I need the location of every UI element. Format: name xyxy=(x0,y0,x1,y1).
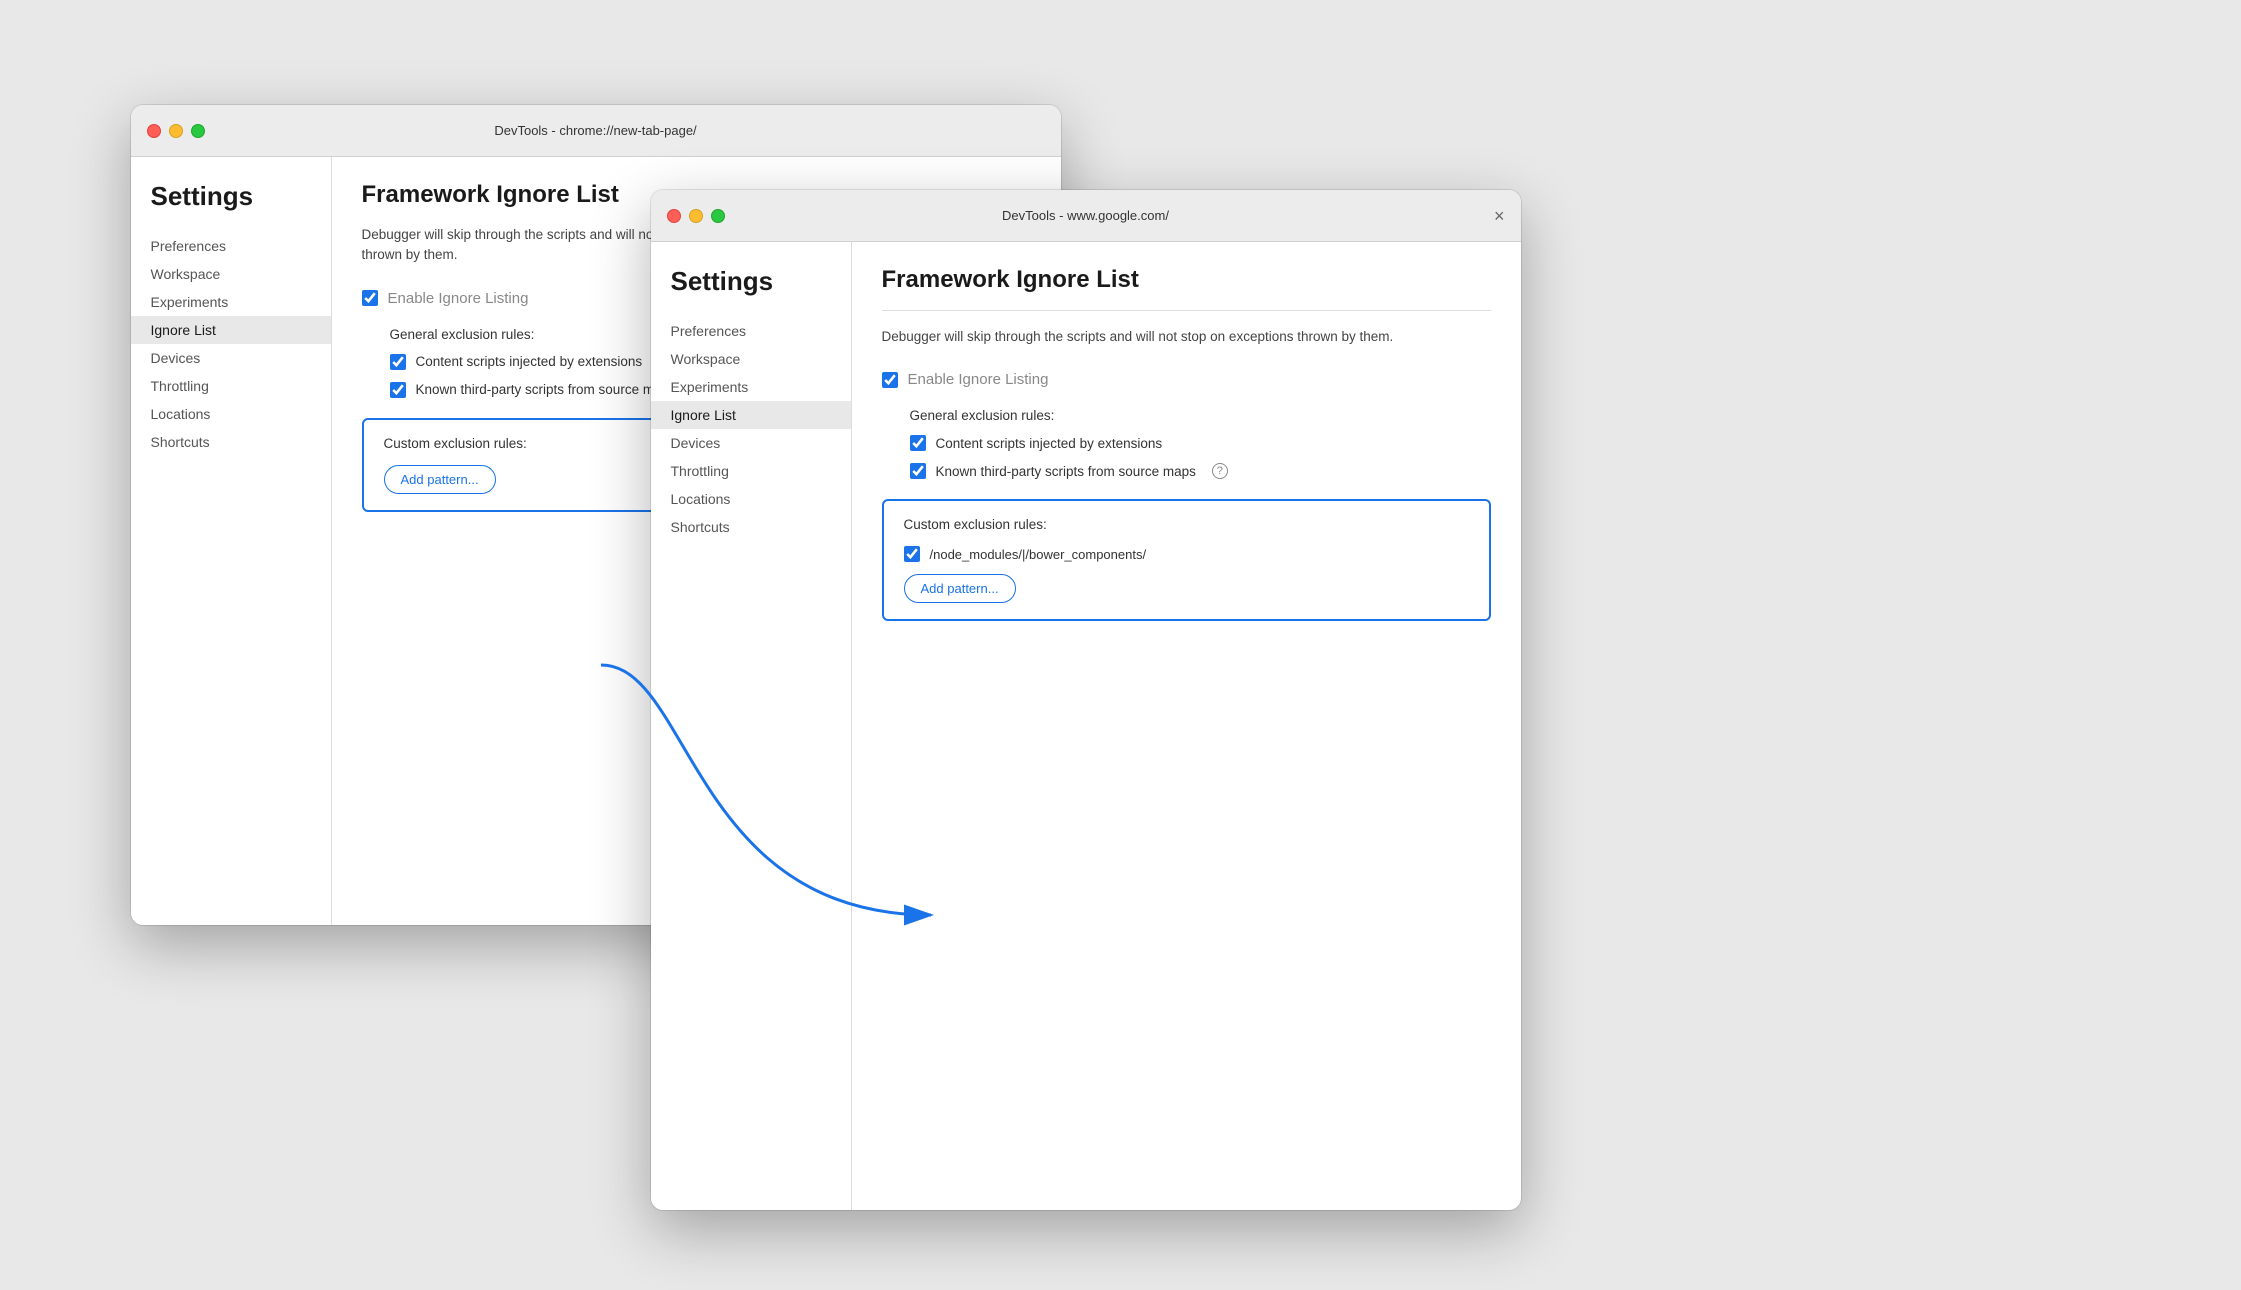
traffic-lights-1 xyxy=(147,124,205,138)
window-title-2: DevTools - www.google.com/ xyxy=(1002,208,1169,223)
help-icon-2: ? xyxy=(1212,463,1228,479)
sidebar-item-experiments-2[interactable]: Experiments xyxy=(651,373,851,401)
window-title-1: DevTools - chrome://new-tab-page/ xyxy=(494,123,696,138)
devtools-content-2: Settings Preferences Workspace Experimen… xyxy=(651,242,1521,1210)
sidebar-item-ignorelist-1[interactable]: Ignore List xyxy=(131,316,331,344)
traffic-lights-2 xyxy=(667,209,725,223)
sidebar-item-workspace-1[interactable]: Workspace xyxy=(131,260,331,288)
minimize-traffic-light-2[interactable] xyxy=(689,209,703,223)
enable-ignore-listing-row-2: Enable Ignore Listing xyxy=(882,371,1491,388)
sidebar-item-workspace-2[interactable]: Workspace xyxy=(651,345,851,373)
description-2: Debugger will skip through the scripts a… xyxy=(882,327,1491,347)
add-pattern-button-2[interactable]: Add pattern... xyxy=(904,574,1016,603)
close-traffic-light-2[interactable] xyxy=(667,209,681,223)
sidebar-item-shortcuts-1[interactable]: Shortcuts xyxy=(131,428,331,456)
title-bar-2: DevTools - www.google.com/ × xyxy=(651,190,1521,242)
third-party-row-2: Known third-party scripts from source ma… xyxy=(910,463,1491,479)
sidebar-item-locations-2[interactable]: Locations xyxy=(651,485,851,513)
pattern-item-1: /node_modules/|/bower_components/ xyxy=(904,546,1469,562)
content-scripts-row-2: Content scripts injected by extensions xyxy=(910,435,1491,451)
settings-title-2: Settings xyxy=(651,266,851,317)
maximize-traffic-light[interactable] xyxy=(191,124,205,138)
custom-exclusion-title-2: Custom exclusion rules: xyxy=(904,517,1469,532)
sidebar-item-devices-1[interactable]: Devices xyxy=(131,344,331,372)
title-bar-1: DevTools - chrome://new-tab-page/ xyxy=(131,105,1061,157)
content-scripts-checkbox-1[interactable] xyxy=(390,354,406,370)
enable-ignore-listing-checkbox-1[interactable] xyxy=(362,290,378,306)
settings-main-2: Framework Ignore List Debugger will skip… xyxy=(851,242,1521,1210)
settings-sidebar-2: Settings Preferences Workspace Experimen… xyxy=(651,242,851,1210)
sidebar-item-shortcuts-2[interactable]: Shortcuts xyxy=(651,513,851,541)
third-party-label-2: Known third-party scripts from source ma… xyxy=(936,464,1196,479)
pattern-checkbox-1[interactable] xyxy=(904,546,920,562)
general-rules-title-2: General exclusion rules: xyxy=(910,408,1491,423)
section-title-2: Framework Ignore List xyxy=(882,266,1491,294)
maximize-traffic-light-2[interactable] xyxy=(711,209,725,223)
settings-sidebar-1: Settings Preferences Workspace Experimen… xyxy=(131,157,331,925)
enable-ignore-listing-label-1: Enable Ignore Listing xyxy=(388,290,529,307)
devtools-window-2: DevTools - www.google.com/ × Settings Pr… xyxy=(651,190,1521,1210)
content-scripts-label-1: Content scripts injected by extensions xyxy=(416,354,643,369)
enable-ignore-listing-checkbox-2[interactable] xyxy=(882,372,898,388)
sidebar-item-experiments-1[interactable]: Experiments xyxy=(131,288,331,316)
enable-ignore-listing-label-2: Enable Ignore Listing xyxy=(908,371,1049,388)
content-scripts-label-2: Content scripts injected by extensions xyxy=(936,436,1163,451)
sidebar-item-throttling-1[interactable]: Throttling xyxy=(131,372,331,400)
sidebar-item-preferences-1[interactable]: Preferences xyxy=(131,232,331,260)
pattern-label-1: /node_modules/|/bower_components/ xyxy=(930,547,1147,562)
third-party-checkbox-2[interactable] xyxy=(910,463,926,479)
add-pattern-button-1[interactable]: Add pattern... xyxy=(384,465,496,494)
custom-exclusion-box-2: Custom exclusion rules: /node_modules/|/… xyxy=(882,499,1491,621)
sidebar-nav-1: Preferences Workspace Experiments Ignore… xyxy=(131,232,331,456)
sidebar-item-ignorelist-2[interactable]: Ignore List xyxy=(651,401,851,429)
settings-title-1: Settings xyxy=(131,181,331,232)
close-traffic-light[interactable] xyxy=(147,124,161,138)
sidebar-item-devices-2[interactable]: Devices xyxy=(651,429,851,457)
sidebar-item-locations-1[interactable]: Locations xyxy=(131,400,331,428)
close-button-2[interactable]: × xyxy=(1494,207,1505,225)
content-scripts-checkbox-2[interactable] xyxy=(910,435,926,451)
sidebar-item-throttling-2[interactable]: Throttling xyxy=(651,457,851,485)
third-party-label-1: Known third-party scripts from source ma… xyxy=(416,382,676,397)
third-party-checkbox-1[interactable] xyxy=(390,382,406,398)
sidebar-nav-2: Preferences Workspace Experiments Ignore… xyxy=(651,317,851,541)
sidebar-item-preferences-2[interactable]: Preferences xyxy=(651,317,851,345)
minimize-traffic-light[interactable] xyxy=(169,124,183,138)
